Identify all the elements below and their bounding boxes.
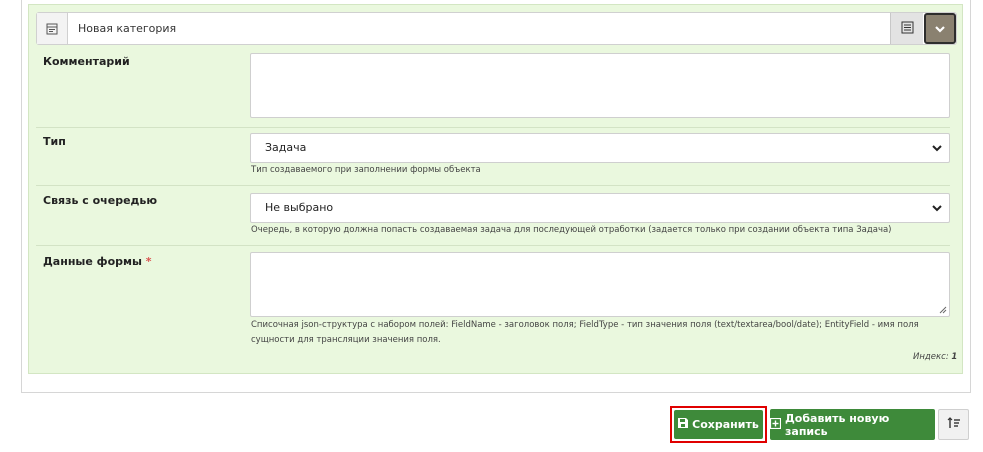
comment-label: Комментарий <box>43 55 130 68</box>
form-icon <box>37 13 68 44</box>
sort-button[interactable] <box>938 409 969 440</box>
list-icon <box>901 19 914 38</box>
form-data-label-text: Данные формы <box>43 255 142 268</box>
form-data-textarea[interactable] <box>250 252 950 317</box>
queue-select-value: Не выбрано <box>265 201 334 214</box>
add-record-button[interactable]: Добавить новую запись <box>769 409 935 440</box>
save-button-highlight: Сохранить <box>670 406 767 443</box>
index-value: 1 <box>951 352 958 362</box>
plus-square-icon <box>769 417 782 432</box>
divider <box>36 127 950 128</box>
index-indicator: Индекс: 1 <box>913 352 957 362</box>
form-data-hint: Списочная json-структура с набором полей… <box>251 320 919 345</box>
comment-textarea[interactable] <box>250 53 950 118</box>
divider <box>36 245 950 246</box>
type-select-value: Задача <box>265 141 307 154</box>
resize-handle-icon[interactable] <box>939 306 947 314</box>
chevron-down-icon <box>934 19 946 38</box>
form-data-label: Данные формы * <box>43 255 152 268</box>
chevron-down-icon <box>932 145 942 152</box>
type-hint: Тип создаваемого при заполнении формы об… <box>251 165 481 175</box>
collapse-toggle-button[interactable] <box>924 13 956 44</box>
type-label: Тип <box>43 135 66 148</box>
divider <box>36 185 950 186</box>
sort-icon <box>947 415 961 434</box>
queue-hint: Очередь, в которую должна попасть создав… <box>251 225 892 235</box>
category-title: Новая категория <box>78 22 177 35</box>
chevron-down-icon <box>932 205 942 212</box>
save-button-label: Сохранить <box>692 418 759 431</box>
queue-label: Связь с очередью <box>43 194 158 207</box>
index-label: Индекс: <box>913 352 949 362</box>
queue-select[interactable]: Не выбрано <box>250 193 950 223</box>
floppy-disk-icon <box>678 418 689 431</box>
add-record-label: Добавить новую запись <box>785 411 890 438</box>
category-header: Новая категория <box>36 12 957 45</box>
list-view-button[interactable] <box>890 13 923 44</box>
type-select[interactable]: Задача <box>250 133 950 163</box>
required-mark: * <box>145 255 152 268</box>
save-button[interactable]: Сохранить <box>674 410 763 439</box>
